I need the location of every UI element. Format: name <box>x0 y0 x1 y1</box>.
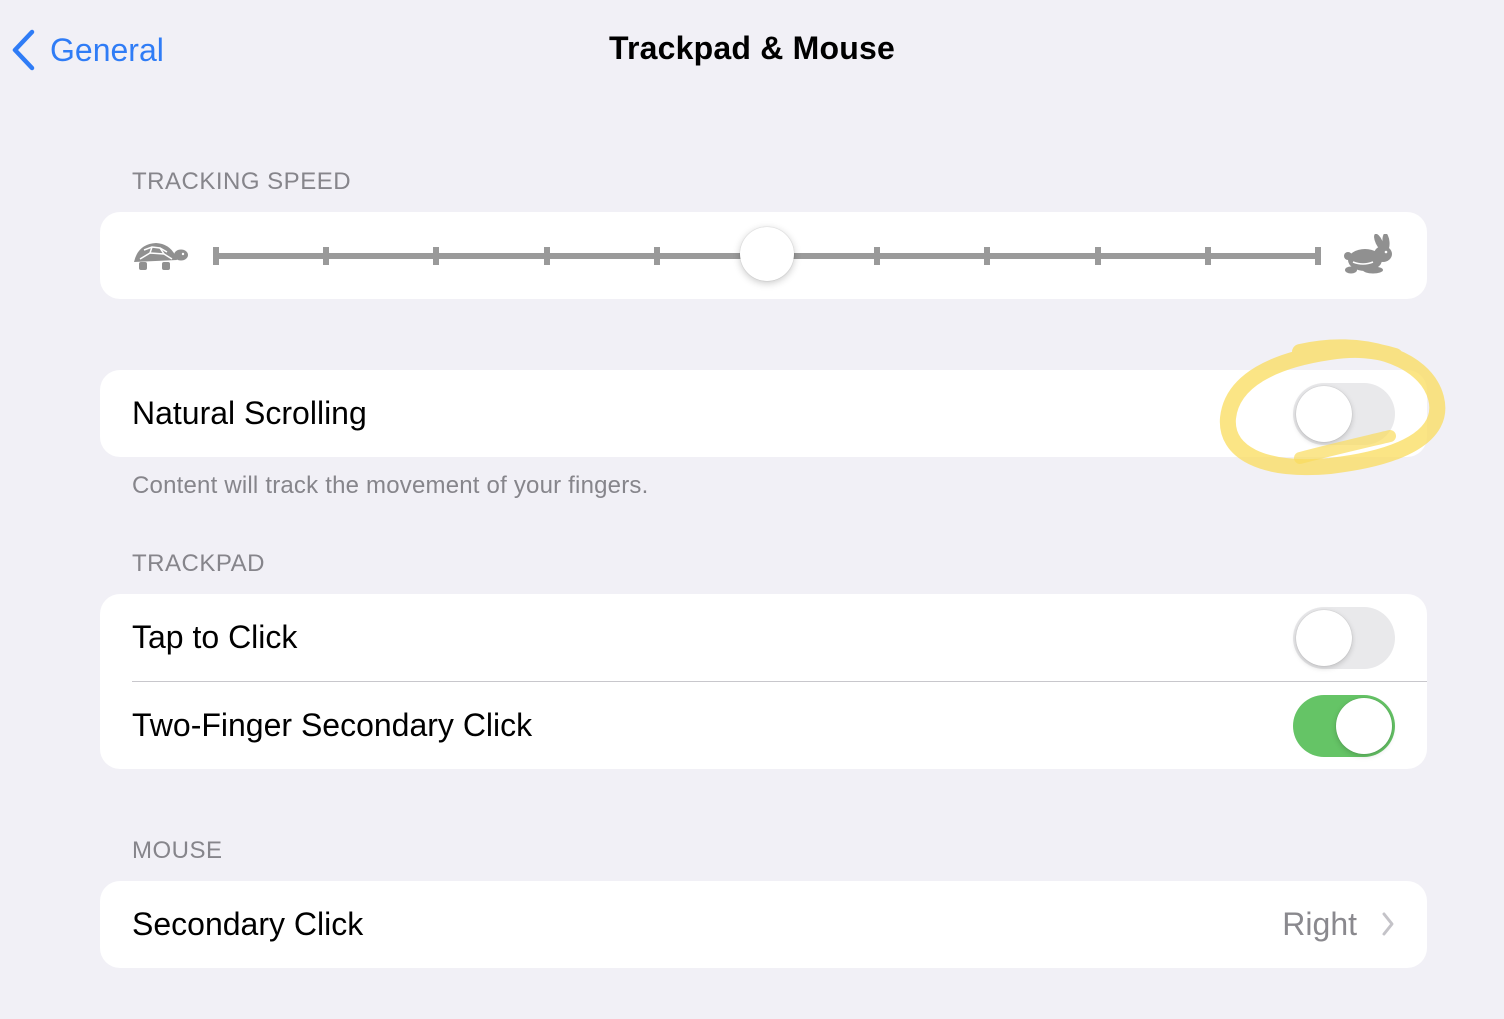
section-header-mouse: MOUSE <box>132 837 223 864</box>
slider-tick <box>1315 247 1321 265</box>
secondary-click-value: Right <box>1282 906 1357 942</box>
tap-to-click-label: Tap to Click <box>132 619 298 655</box>
slider-tick <box>433 247 440 265</box>
slider-thumb[interactable] <box>740 227 794 281</box>
slider-tick <box>543 247 550 265</box>
natural-scrolling-row: Natural Scrolling <box>100 370 1427 457</box>
slider-tick <box>653 247 660 265</box>
natural-scrolling-label: Natural Scrolling <box>132 395 367 431</box>
tap-to-click-row: Tap to Click <box>100 594 1427 681</box>
section-header-tracking-speed: TRACKING SPEED <box>132 168 352 195</box>
slider-tick <box>323 247 330 265</box>
tracking-speed-slider[interactable] <box>100 212 1427 299</box>
trackpad-card: Tap to Click Two-Finger Secondary Click <box>100 594 1427 769</box>
slider-tick <box>1204 247 1211 265</box>
natural-scrolling-toggle[interactable] <box>1293 382 1395 445</box>
section-header-trackpad: TRACKPAD <box>132 550 265 577</box>
slider-tick <box>1094 247 1101 265</box>
slider-tick <box>984 247 991 265</box>
natural-scrolling-note: Content will track the movement of your … <box>132 472 649 499</box>
two-finger-secondary-click-label: Two-Finger Secondary Click <box>132 707 533 743</box>
highlight-annotation <box>1219 339 1446 475</box>
tracking-speed-card <box>100 212 1427 299</box>
two-finger-secondary-click-toggle[interactable] <box>1293 694 1395 757</box>
secondary-click-label: Secondary Click <box>132 906 364 942</box>
slider-tick <box>874 247 881 265</box>
natural-scrolling-card: Natural Scrolling <box>100 370 1427 457</box>
page-title: Trackpad & Mouse <box>609 30 895 66</box>
slider-tick <box>213 247 219 265</box>
secondary-click-row[interactable]: Secondary Click Right <box>100 881 1427 968</box>
rabbit-icon <box>1344 234 1392 274</box>
chevron-right-icon <box>1382 912 1394 936</box>
tap-to-click-toggle[interactable] <box>1293 606 1395 669</box>
mouse-card: Secondary Click Right <box>100 881 1427 968</box>
two-finger-secondary-click-row: Two-Finger Secondary Click <box>100 682 1427 769</box>
